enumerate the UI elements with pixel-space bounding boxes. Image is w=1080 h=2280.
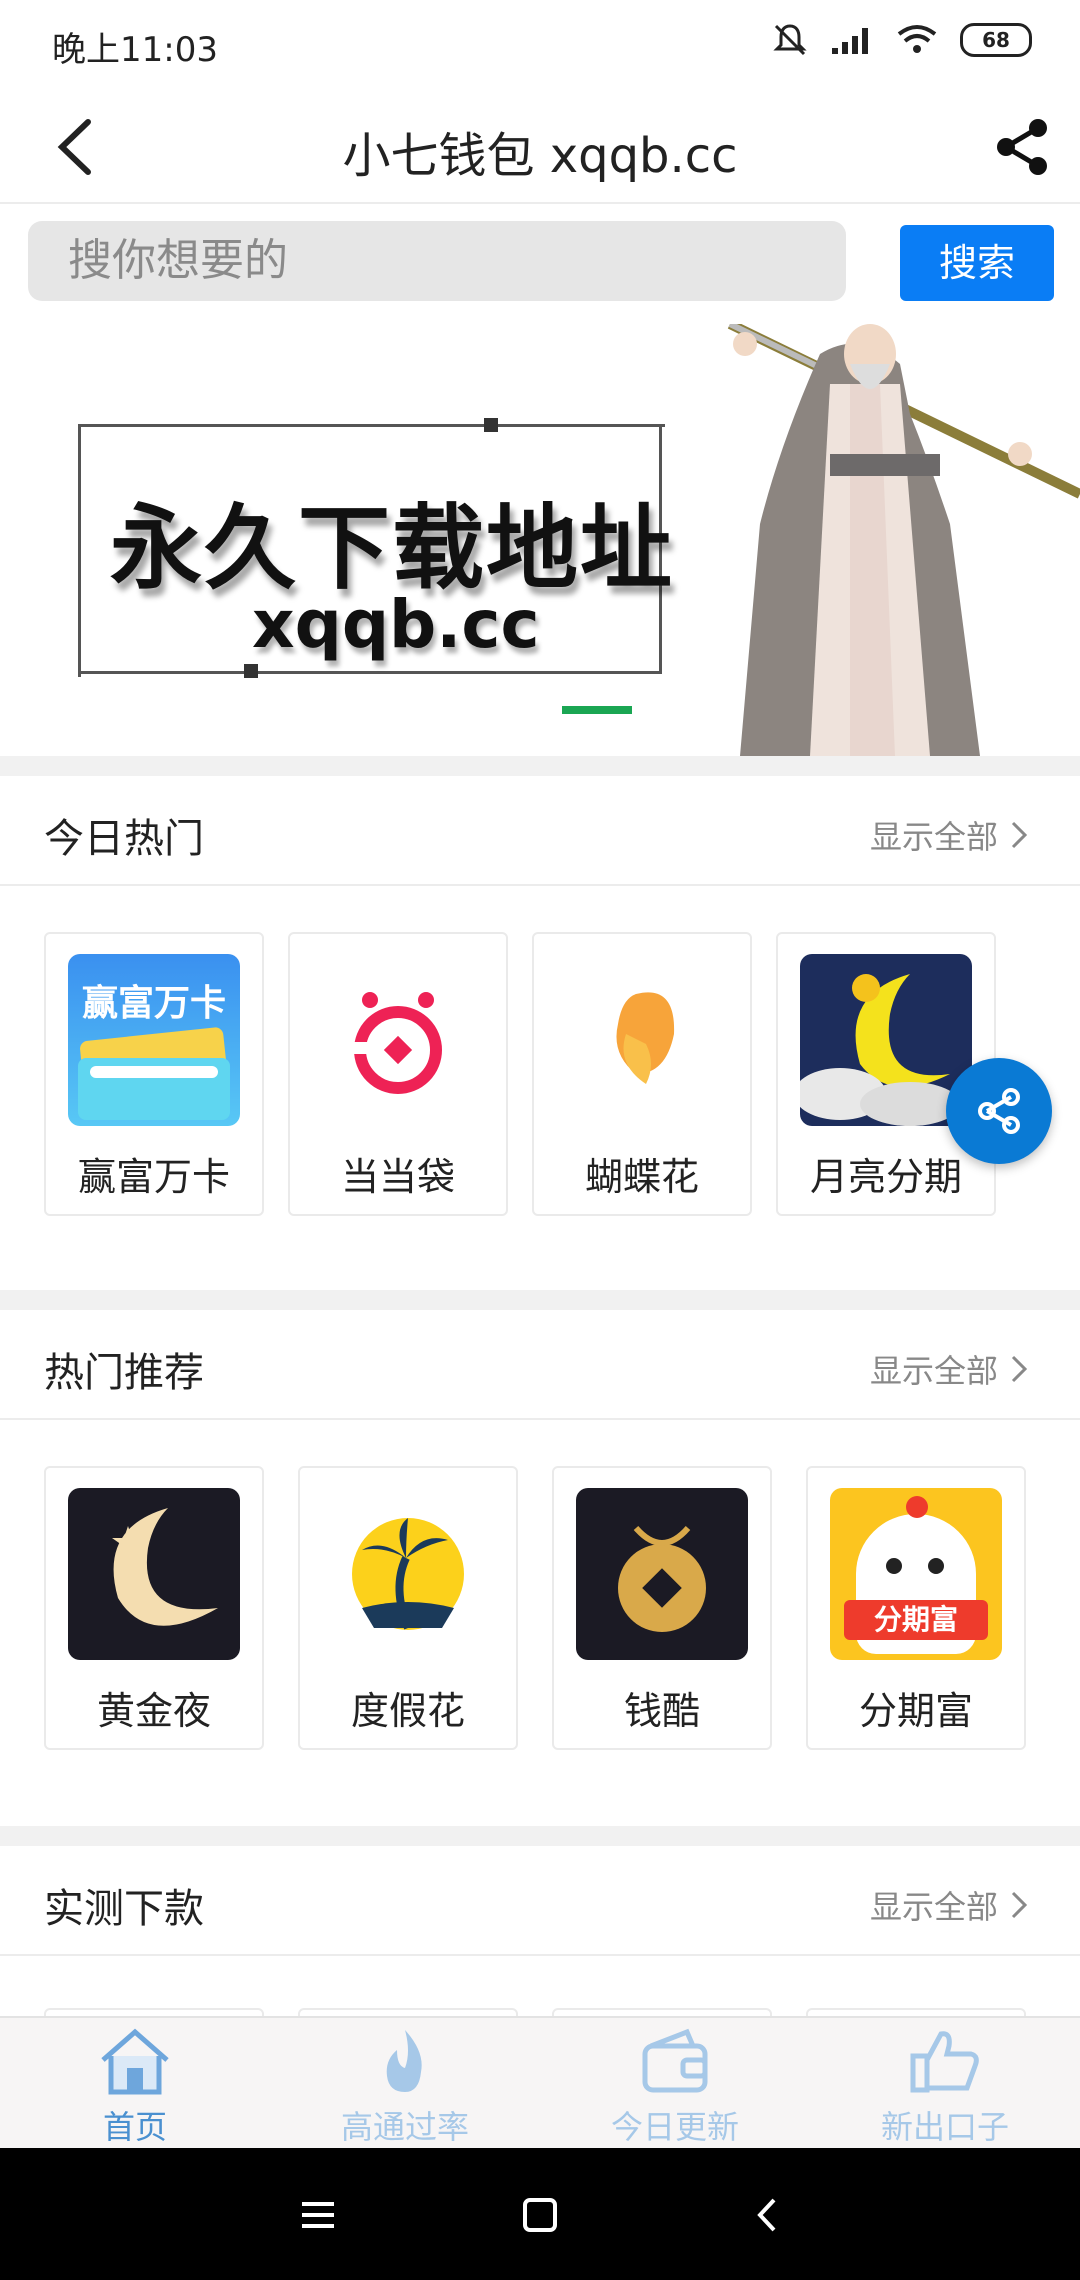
back-icon[interactable] — [738, 2190, 798, 2240]
app-name: 黄金夜 — [96, 1689, 211, 1733]
floating-share-button[interactable] — [946, 1058, 1052, 1164]
palm-island-icon — [352, 1518, 464, 1630]
search-input[interactable]: 搜你想要的 — [28, 221, 846, 301]
show-all-link[interactable]: 显示全部 — [870, 1346, 1028, 1392]
chevron-right-icon — [1011, 821, 1028, 849]
battery-indicator: 68 — [960, 23, 1032, 57]
swordsman-illustration — [727, 324, 1080, 756]
thumbs-up-icon — [910, 2031, 979, 2093]
app-name: 钱酷 — [623, 1689, 700, 1733]
tab-home[interactable]: 首页 — [0, 2026, 270, 2146]
app-card[interactable] — [806, 2008, 1026, 2016]
app-name: 赢富万卡 — [77, 1155, 230, 1199]
app-card[interactable]: 当当袋 — [288, 932, 508, 1216]
tab-label: 首页 — [102, 2108, 167, 2146]
app-card[interactable]: 黄金夜 — [44, 1466, 264, 1750]
app-name: 蝴蝶花 — [584, 1155, 699, 1199]
tab-label: 今日更新 — [610, 2108, 739, 2146]
tab-new-channels[interactable]: 新出口子 — [810, 2026, 1080, 2146]
show-all-link[interactable]: 显示全部 — [870, 1882, 1028, 1928]
app-card[interactable]: 分期富 分期富 — [806, 1466, 1026, 1750]
system-nav-bar — [0, 2148, 1080, 2280]
search-bar: 搜你想要的 搜索 — [0, 204, 1080, 322]
show-all-label: 显示全部 — [869, 818, 998, 856]
section-title: 实测下款 — [44, 1886, 204, 1932]
flame-icon — [386, 2030, 422, 2092]
butterfly-flower-icon — [616, 992, 675, 1084]
app-name: 分期富 — [858, 1689, 973, 1733]
show-all-label: 显示全部 — [869, 1352, 998, 1390]
app-card[interactable] — [552, 2008, 772, 2016]
tab-high-pass-rate[interactable]: 高通过率 — [270, 2026, 540, 2146]
status-time: 晚上11:03 — [52, 30, 218, 70]
wallet-icon — [642, 2028, 708, 2093]
section-header-tested-loans: 实测下款 显示全部 — [0, 1846, 1080, 1956]
icon-caption: 赢富万卡 — [81, 983, 226, 1024]
banner-url: xqqb.cc — [252, 586, 540, 663]
app-card[interactable] — [298, 2008, 518, 2016]
wifi-icon — [897, 25, 937, 53]
share-icon[interactable] — [986, 112, 1056, 182]
section-header-today-hot: 今日热门 显示全部 — [0, 776, 1080, 886]
home-square-icon[interactable] — [510, 2190, 570, 2240]
chevron-right-icon — [1011, 1891, 1028, 1919]
promo-banner[interactable]: 永久下载地址 xqqb.cc — [0, 324, 1080, 756]
share-icon — [978, 1088, 1020, 1134]
yingfu-card-icon: 赢富万卡 — [68, 954, 240, 1126]
app-card[interactable]: 度假花 — [298, 1466, 518, 1750]
banner-page-indicator — [562, 706, 632, 714]
title-bar: 小七钱包 xqqb.cc — [0, 90, 1080, 204]
home-icon — [101, 2028, 169, 2095]
app-name: 当当袋 — [340, 1155, 455, 1199]
search-button[interactable]: 搜索 — [900, 225, 1054, 301]
page-title: 小七钱包 xqqb.cc — [342, 128, 738, 184]
bottom-tab-bar: 首页 高通过率 今日更新 新出口子 — [0, 2016, 1080, 2150]
app-card[interactable]: 蝴蝶花 — [532, 932, 752, 1216]
show-all-link[interactable]: 显示全部 — [870, 812, 1028, 858]
dangdang-bag-icon — [342, 992, 442, 1094]
coin-icon — [576, 1488, 748, 1660]
app-card[interactable]: 赢富万卡 赢富万卡 — [44, 932, 264, 1216]
tab-label: 新出口子 — [880, 2108, 1009, 2146]
icon-caption: 分期富 — [844, 1600, 988, 1640]
tab-today-update[interactable]: 今日更新 — [540, 2026, 810, 2146]
banner-frame-dot — [244, 664, 258, 678]
app-grid-today-hot: 赢富万卡 赢富万卡 当当袋 蝴蝶花 月亮分期 — [0, 886, 1080, 1290]
app-card[interactable]: 钱酷 — [552, 1466, 772, 1750]
chick-icon: 分期富 — [830, 1488, 1002, 1660]
app-name: 度假花 — [350, 1689, 465, 1733]
status-bar: 晚上11:03 68 — [0, 0, 1080, 90]
menu-icon[interactable] — [288, 2190, 348, 2240]
chevron-right-icon — [1011, 1355, 1028, 1383]
signal-icon — [832, 28, 868, 54]
status-icons: 68 — [772, 22, 1032, 58]
section-divider — [0, 756, 1080, 776]
app-card[interactable] — [44, 2008, 264, 2016]
app-grid-tested-loans — [0, 1956, 1080, 2016]
tab-label: 高通过率 — [340, 2108, 469, 2146]
app-name: 月亮分期 — [809, 1155, 962, 1199]
app-grid-hot-recommend: 黄金夜 度假花 钱酷 分期富 分期富 — [0, 1420, 1080, 1824]
section-title: 热门推荐 — [44, 1350, 204, 1396]
section-header-hot-recommend: 热门推荐 显示全部 — [0, 1310, 1080, 1420]
golden-night-moon-icon — [68, 1488, 240, 1660]
banner-frame-dot — [484, 418, 498, 432]
show-all-label: 显示全部 — [869, 1888, 998, 1926]
section-divider — [0, 1826, 1080, 1846]
mute-bell-icon — [773, 24, 807, 56]
section-title: 今日热门 — [44, 816, 204, 862]
section-divider — [0, 1290, 1080, 1310]
